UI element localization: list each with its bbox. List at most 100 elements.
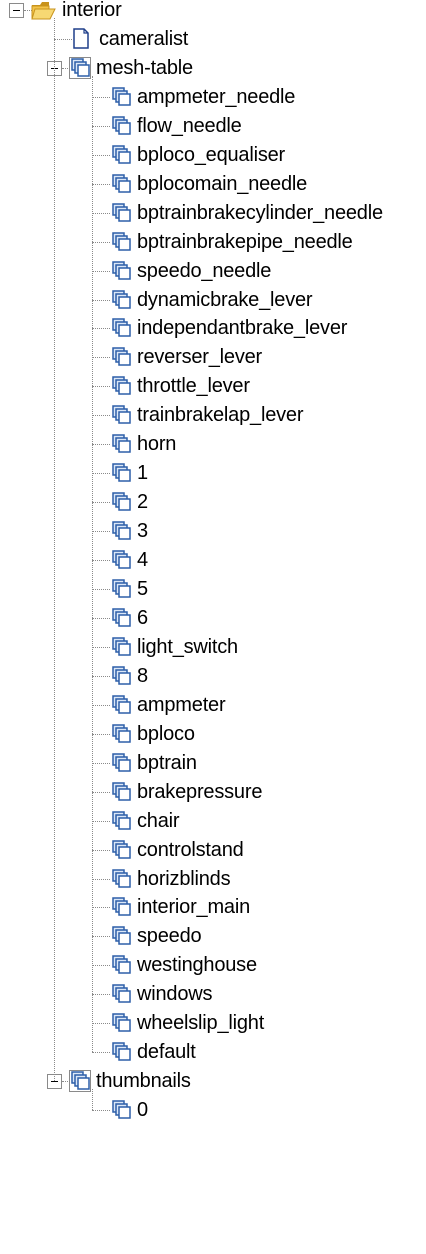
mesh-icon bbox=[110, 578, 132, 600]
mesh-icon bbox=[110, 665, 132, 687]
document-icon bbox=[72, 28, 94, 50]
tree-item-mesh[interactable]: brakepressure bbox=[0, 778, 426, 807]
tree-item-mesh[interactable]: bptrainbrakepipe_needle bbox=[0, 228, 426, 257]
tree-item-thumbnail[interactable]: 0 bbox=[0, 1096, 426, 1125]
tree-item-mesh[interactable]: speedo_needle bbox=[0, 257, 426, 286]
tree-item-mesh[interactable]: bploco_equaliser bbox=[0, 141, 426, 170]
tree-item-cameralist[interactable]: cameralist bbox=[0, 25, 426, 54]
tree-connector bbox=[54, 38, 72, 40]
tree-item-mesh[interactable]: ampmeter_needle bbox=[0, 83, 426, 112]
tree-item-mesh[interactable]: 8 bbox=[0, 662, 426, 691]
tree-item-label: bploco bbox=[137, 722, 195, 745]
tree-item-mesh[interactable]: trainbrakelap_lever bbox=[0, 401, 426, 430]
mesh-icon bbox=[110, 607, 132, 629]
tree-item-label: thumbnails bbox=[96, 1070, 191, 1093]
tree-item-mesh[interactable]: 5 bbox=[0, 575, 426, 604]
tree-view: interior cameralist mesh-table ampmeter_nee… bbox=[0, 0, 426, 1254]
tree-item-label: 6 bbox=[137, 606, 148, 629]
mesh-icon bbox=[110, 954, 132, 976]
tree-item-label: 1 bbox=[137, 462, 148, 485]
tree-item-label: throttle_lever bbox=[137, 375, 250, 398]
tree-item-mesh[interactable]: independantbrake_lever bbox=[0, 314, 426, 343]
tree-item-mesh[interactable]: light_switch bbox=[0, 633, 426, 662]
tree-connector bbox=[92, 936, 110, 938]
mesh-icon bbox=[110, 839, 132, 861]
mesh-icon bbox=[110, 86, 132, 108]
tree-item-mesh[interactable]: horn bbox=[0, 430, 426, 459]
tree-connector bbox=[92, 1023, 110, 1025]
tree-item-mesh[interactable]: default bbox=[0, 1038, 426, 1067]
tree-item-mesh[interactable]: westinghouse bbox=[0, 951, 426, 980]
tree-item-mesh[interactable]: chair bbox=[0, 807, 426, 836]
tree-connector bbox=[92, 328, 110, 330]
mesh-icon bbox=[110, 549, 132, 571]
tree-connector bbox=[92, 994, 110, 996]
tree-item-label: bploco_equaliser bbox=[137, 143, 286, 166]
tree-item-mesh[interactable]: windows bbox=[0, 980, 426, 1009]
tree-item-mesh[interactable]: controlstand bbox=[0, 836, 426, 865]
tree-item-mesh[interactable]: bploco bbox=[0, 720, 426, 749]
tree-connector bbox=[92, 299, 110, 301]
mesh-group-icon bbox=[69, 1070, 91, 1093]
mesh-icon bbox=[110, 260, 132, 282]
tree-item-mesh[interactable]: reverser_lever bbox=[0, 343, 426, 372]
tree-item-label: independantbrake_lever bbox=[137, 317, 348, 340]
tree-item-label: interior_main bbox=[137, 896, 251, 919]
mesh-icon bbox=[110, 925, 132, 947]
collapse-toggle[interactable] bbox=[9, 3, 24, 18]
tree-connector bbox=[92, 965, 110, 967]
tree-item-mesh[interactable]: bptrain bbox=[0, 749, 426, 778]
tree-item-mesh[interactable]: flow_needle bbox=[0, 112, 426, 141]
tree-item-label: flow_needle bbox=[137, 114, 242, 137]
tree-item-label: cameralist bbox=[99, 27, 189, 50]
tree-connector bbox=[92, 183, 110, 185]
tree-item-label: brakepressure bbox=[137, 780, 263, 803]
tree-item-label: wheelslip_light bbox=[137, 1012, 265, 1035]
tree-item-mesh[interactable]: 1 bbox=[0, 459, 426, 488]
mesh-icon bbox=[110, 694, 132, 716]
tree-item-mesh[interactable]: speedo bbox=[0, 922, 426, 951]
tree-item-label: 4 bbox=[137, 549, 148, 572]
mesh-icon bbox=[110, 115, 132, 137]
mesh-icon bbox=[110, 462, 132, 484]
tree-item-thumbnails[interactable]: thumbnails bbox=[0, 1067, 426, 1096]
tree-item-label: horn bbox=[137, 433, 177, 456]
tree-item-label: 2 bbox=[137, 491, 148, 514]
tree-item-mesh[interactable]: bptrainbrakecylinder_needle bbox=[0, 199, 426, 228]
tree-connector bbox=[92, 125, 110, 127]
tree-item-mesh[interactable]: wheelslip_light bbox=[0, 1009, 426, 1038]
mesh-icon bbox=[110, 144, 132, 166]
mesh-icon bbox=[110, 723, 132, 745]
tree-item-label: controlstand bbox=[137, 838, 244, 861]
tree-item-mesh[interactable]: 4 bbox=[0, 546, 426, 575]
tree-item-label: 8 bbox=[137, 664, 148, 687]
mesh-icon bbox=[110, 317, 132, 339]
tree-item-mesh-table[interactable]: mesh-table bbox=[0, 54, 426, 83]
tree-connector bbox=[92, 270, 110, 272]
tree-item-mesh[interactable]: interior_main bbox=[0, 893, 426, 922]
tree-item-label: ampmeter_needle bbox=[137, 85, 296, 108]
mesh-group-icon bbox=[69, 56, 91, 79]
tree-item-mesh[interactable]: 3 bbox=[0, 517, 426, 546]
tree-connector bbox=[92, 560, 110, 562]
tree-connector bbox=[92, 212, 110, 214]
tree-item-label: interior bbox=[62, 0, 122, 21]
tree-connector bbox=[92, 1110, 110, 1112]
mesh-icon bbox=[110, 896, 132, 918]
tree-connector bbox=[92, 241, 110, 243]
mesh-icon bbox=[110, 289, 132, 311]
tree-item-mesh[interactable]: 6 bbox=[0, 604, 426, 633]
tree-connector bbox=[92, 617, 110, 619]
tree-item-mesh[interactable]: dynamicbrake_lever bbox=[0, 286, 426, 315]
tree-item-mesh[interactable]: 2 bbox=[0, 488, 426, 517]
tree-item-interior[interactable]: interior bbox=[0, 0, 426, 25]
tree-item-mesh[interactable]: bplocomain_needle bbox=[0, 170, 426, 199]
tree-item-mesh[interactable]: ampmeter bbox=[0, 691, 426, 720]
mesh-icon bbox=[110, 781, 132, 803]
tree-item-mesh[interactable]: throttle_lever bbox=[0, 372, 426, 401]
tree-connector bbox=[92, 473, 110, 475]
tree-connector bbox=[92, 820, 110, 822]
tree-item-label: 3 bbox=[137, 520, 148, 543]
tree-item-mesh[interactable]: horizblinds bbox=[0, 865, 426, 894]
tree-item-label: mesh-table bbox=[96, 56, 193, 79]
